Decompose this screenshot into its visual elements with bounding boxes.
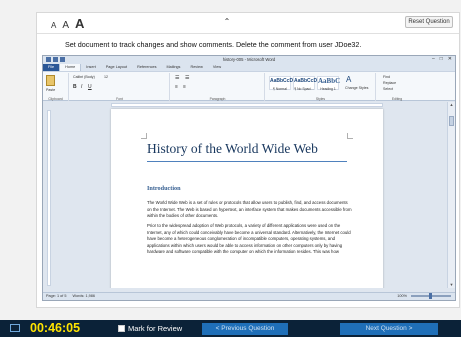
- close-button[interactable]: ✕: [448, 56, 452, 62]
- font-medium-button[interactable]: A: [62, 20, 69, 31]
- group-label: Editing: [391, 97, 403, 101]
- group-label: Clipboard: [48, 97, 63, 101]
- font-large-button[interactable]: A: [75, 16, 84, 31]
- exam-footer: 00:46:05 Mark for Review < Previous Ques…: [0, 320, 461, 337]
- group-label: Styles: [315, 97, 326, 101]
- align-center-icon[interactable]: ≡: [183, 84, 186, 90]
- group-label: Paragraph: [209, 97, 226, 101]
- change-styles-button[interactable]: Change Styles: [345, 86, 373, 90]
- replace-button[interactable]: Replace: [383, 81, 396, 85]
- style-no-spacing[interactable]: AaBbCcDc ¶ No Spaci...: [293, 76, 320, 91]
- window-controls: – □ ✕: [432, 56, 452, 62]
- align-left-icon[interactable]: ≡: [175, 84, 178, 90]
- document-area[interactable]: History of the World Wide Web Introducti…: [43, 102, 449, 288]
- document-paragraph[interactable]: Prior to the widespread adoption of Web …: [147, 223, 352, 256]
- style-name: Heading 1: [320, 87, 336, 91]
- document-page[interactable]: History of the World Wide Web Introducti…: [111, 109, 383, 288]
- reset-question-button[interactable]: Reset Question: [405, 16, 453, 28]
- paste-icon[interactable]: [46, 75, 55, 86]
- select-button[interactable]: Select: [383, 87, 393, 91]
- ribbon-tabs: File Home Insert Page Layout References …: [43, 63, 455, 71]
- tab-page-layout[interactable]: Page Layout: [101, 64, 132, 71]
- change-styles-icon[interactable]: A: [346, 75, 351, 84]
- tab-references[interactable]: References: [132, 64, 161, 71]
- question-panel: A A A ⌃ Reset Question Set document to t…: [36, 12, 460, 308]
- minimize-button[interactable]: –: [432, 56, 435, 62]
- next-question-button[interactable]: Next Question >: [340, 323, 438, 335]
- status-bar: Page: 1 of 5 Words: 1,986 100%: [43, 292, 455, 300]
- title-underline: [147, 161, 347, 162]
- scroll-up-icon[interactable]: ▲: [448, 102, 455, 108]
- numbering-icon[interactable]: ☰: [185, 75, 189, 81]
- style-heading-1[interactable]: AaBbC Heading 1: [317, 76, 341, 91]
- italic-icon[interactable]: I: [81, 84, 82, 90]
- document-paragraph[interactable]: The World Wide Web is a set of rules or …: [147, 200, 352, 220]
- horizontal-ruler: [111, 103, 383, 107]
- find-button[interactable]: Find: [383, 75, 390, 79]
- status-left: Page: 1 of 5 Words: 1,986: [46, 294, 95, 298]
- bullets-icon[interactable]: ☰: [175, 75, 179, 81]
- margin-corner-mark: [347, 133, 353, 139]
- calculator-icon[interactable]: [10, 324, 20, 332]
- tab-insert[interactable]: Insert: [81, 64, 101, 71]
- mark-for-review-label[interactable]: Mark for Review: [128, 324, 182, 333]
- font-size-select[interactable]: 12: [104, 75, 108, 79]
- zoom-slider-knob[interactable]: [429, 293, 432, 299]
- font-group: Calibri (Body) 12 B I U Font: [70, 73, 170, 101]
- group-label: Font: [116, 97, 123, 101]
- task-instruction: Set document to track changes and show c…: [65, 40, 362, 49]
- tab-view[interactable]: View: [208, 64, 226, 71]
- style-preview: AaBbCcDc: [270, 78, 296, 84]
- review-checkbox[interactable]: [118, 325, 125, 332]
- word-titlebar: history-005 - Microsoft Word – □ ✕: [43, 56, 455, 64]
- scroll-thumb[interactable]: [449, 116, 454, 126]
- collapse-chevron-icon[interactable]: ⌃: [221, 17, 233, 27]
- margin-corner-mark: [141, 133, 147, 139]
- word-count[interactable]: Words: 1,986: [72, 294, 95, 298]
- clipboard-group: Paste Clipboard: [43, 73, 69, 101]
- style-preview: AaBbCcDc: [294, 78, 320, 84]
- document-title[interactable]: History of the World Wide Web: [147, 141, 318, 157]
- maximize-button[interactable]: □: [440, 56, 443, 62]
- font-small-button[interactable]: A: [51, 21, 56, 30]
- zoom-control: 100%: [397, 293, 451, 299]
- home-ribbon: Paste Clipboard Calibri (Body) 12 B I U …: [43, 71, 455, 101]
- vertical-ruler: [47, 110, 51, 286]
- countdown-timer: 00:46:05: [30, 321, 81, 335]
- style-preview: AaBbC: [318, 77, 341, 85]
- zoom-slider[interactable]: [411, 293, 451, 299]
- vertical-scrollbar[interactable]: ▲ ▼: [447, 102, 455, 288]
- tab-review[interactable]: Review: [185, 64, 207, 71]
- style-name: ¶ No Spaci...: [294, 87, 314, 91]
- document-heading[interactable]: Introduction: [147, 185, 181, 192]
- style-name: ¶ Normal: [273, 87, 287, 91]
- previous-question-button[interactable]: < Previous Question: [202, 323, 288, 335]
- divider: [37, 33, 459, 34]
- word-window: history-005 - Microsoft Word – □ ✕ File …: [42, 55, 456, 301]
- style-normal[interactable]: AaBbCcDc ¶ Normal: [269, 76, 296, 91]
- paragraph-group: ☰ ☰ ≡ ≡ Paragraph: [171, 73, 265, 101]
- exam-screen: A A A ⌃ Reset Question Set document to t…: [0, 0, 461, 337]
- editing-group: Find Replace Select Editing: [377, 73, 417, 101]
- tab-mailings[interactable]: Mailings: [162, 64, 186, 71]
- zoom-level[interactable]: 100%: [397, 294, 407, 298]
- page-count[interactable]: Page: 1 of 5: [46, 294, 66, 298]
- tab-file[interactable]: File: [43, 64, 60, 71]
- paste-button[interactable]: Paste: [46, 88, 55, 92]
- tab-home[interactable]: Home: [59, 63, 82, 71]
- font-size-controls: A A A: [51, 16, 84, 31]
- window-title: history-005 - Microsoft Word: [222, 57, 276, 62]
- mark-for-review[interactable]: Mark for Review: [118, 324, 182, 333]
- underline-icon[interactable]: U: [88, 84, 92, 90]
- scroll-down-icon[interactable]: ▼: [448, 282, 455, 288]
- bold-icon[interactable]: B: [73, 84, 77, 90]
- styles-group: AaBbCcDc ¶ Normal AaBbCcDc ¶ No Spaci...…: [266, 73, 376, 101]
- font-name-select[interactable]: Calibri (Body): [73, 75, 95, 79]
